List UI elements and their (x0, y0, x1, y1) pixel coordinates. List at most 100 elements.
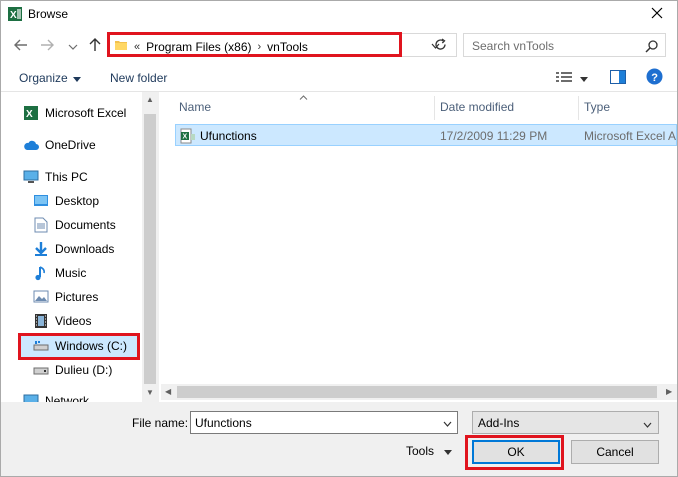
title-bar: X Browse (1, 1, 677, 28)
dialog-footer: File name: Add-Ins Tools OK Cancel (1, 402, 677, 476)
close-icon (651, 7, 663, 22)
sidebar-item-label: OneDrive (45, 138, 96, 152)
ok-highlight-box (465, 435, 564, 470)
svg-text:X: X (10, 10, 17, 21)
column-divider[interactable] (434, 96, 435, 120)
sidebar-item-documents[interactable]: Documents (33, 214, 116, 236)
sidebar-item-label: Pictures (55, 290, 99, 304)
sidebar-item-label: Network (45, 394, 90, 402)
sidebar-item-dulieu-d[interactable]: Dulieu (D:) (33, 359, 112, 381)
sort-ascending-icon (299, 92, 308, 102)
column-header-type[interactable]: Type (584, 100, 610, 114)
refresh-button[interactable] (430, 37, 450, 55)
sidebar-item-onedrive[interactable]: OneDrive (23, 134, 96, 156)
scroll-left-icon[interactable]: ◀ (165, 387, 171, 396)
file-name: Ufunctions (200, 129, 257, 143)
up-arrow-icon (89, 37, 101, 55)
back-arrow-icon (14, 39, 28, 54)
chevron-down-icon (443, 416, 452, 430)
preview-pane-button[interactable] (608, 69, 628, 87)
documents-icon (33, 217, 49, 233)
forward-button[interactable] (37, 36, 57, 56)
command-bar: Organize New folder ? (1, 64, 677, 92)
search-icon (645, 39, 659, 53)
download-icon (33, 241, 49, 257)
change-view-button[interactable] (553, 69, 591, 87)
preview-pane-icon (610, 69, 626, 87)
file-row[interactable]: X Ufunctions 17/2/2009 11:29 PM Microsof… (175, 124, 677, 146)
file-type-filter-value: Add-Ins (478, 416, 520, 430)
sidebar-item-label: Music (55, 266, 87, 280)
tools-button[interactable]: Tools (406, 444, 453, 458)
chevron-down-icon (68, 39, 78, 53)
address-highlight-box (107, 32, 402, 57)
sidebar-item-videos[interactable]: Videos (33, 310, 91, 332)
drive-icon (33, 338, 49, 354)
file-date: 17/2/2009 11:29 PM (440, 129, 548, 143)
sidebar-item-network[interactable]: Network (23, 390, 89, 402)
file-type-filter[interactable]: Add-Ins (472, 411, 659, 434)
address-row: « Program Files (x86) › vnTools Search v… (1, 28, 677, 64)
cancel-button[interactable]: Cancel (571, 440, 659, 464)
file-list-pane: Name Date modified Type X Ufunctions 17/… (159, 92, 677, 402)
sidebar-item-pictures[interactable]: Pictures (33, 286, 98, 308)
sidebar-item-desktop[interactable]: Desktop (33, 190, 99, 212)
file-name-label: File name: (132, 416, 189, 430)
sidebar-item-downloads[interactable]: Downloads (33, 238, 114, 260)
sidebar-item-windows-c[interactable]: Windows (C:) (33, 335, 127, 357)
caret-down-icon (580, 71, 588, 85)
file-name-field[interactable] (190, 411, 458, 434)
up-button[interactable] (85, 36, 105, 56)
excel-addin-icon: X (180, 128, 196, 147)
navigation-pane: X Microsoft Excel OneDrive This PC Deskt… (1, 92, 158, 402)
scrollbar-thumb[interactable] (144, 114, 156, 384)
navigation-scrollbar[interactable]: ▲ ▼ (142, 92, 158, 402)
search-input[interactable]: Search vnTools (472, 39, 554, 53)
scroll-up-icon[interactable]: ▲ (146, 96, 154, 104)
window-title: Browse (28, 7, 69, 21)
scroll-down-icon[interactable]: ▼ (146, 389, 154, 397)
browse-dialog: X Browse « Program Files (x86) › vnTools… (0, 0, 678, 477)
recent-locations-button[interactable] (63, 36, 83, 56)
sidebar-item-this-pc[interactable]: This PC (23, 166, 88, 188)
music-icon (33, 265, 49, 281)
sidebar-item-label: Desktop (55, 194, 100, 208)
file-name-dropdown[interactable] (443, 416, 452, 430)
help-button[interactable]: ? (644, 68, 664, 87)
sidebar-item-microsoft-excel[interactable]: X Microsoft Excel (23, 102, 126, 124)
organize-label: Organize (19, 71, 68, 85)
sidebar-item-label: Microsoft Excel (45, 106, 127, 120)
horizontal-scrollbar[interactable]: ◀ ▶ (161, 384, 677, 400)
details-view-icon (556, 71, 572, 86)
caret-down-icon (72, 71, 81, 85)
sidebar-item-music[interactable]: Music (33, 262, 86, 284)
forward-arrow-icon (40, 39, 54, 54)
sidebar-item-label: Videos (55, 314, 92, 328)
column-header-name[interactable]: Name (179, 100, 211, 114)
organize-button[interactable]: Organize (19, 71, 81, 85)
cancel-label: Cancel (596, 445, 634, 459)
sidebar-item-label: Windows (C:) (55, 339, 128, 353)
scroll-right-icon[interactable]: ▶ (666, 387, 672, 396)
back-button[interactable] (11, 36, 31, 56)
search-box[interactable]: Search vnTools (463, 33, 666, 57)
sidebar-item-label: This PC (45, 170, 88, 184)
sidebar-item-label: Dulieu (D:) (55, 363, 113, 377)
videos-icon (33, 313, 49, 329)
svg-text:X: X (26, 109, 33, 120)
scrollbar-thumb[interactable] (177, 386, 657, 398)
computer-icon (23, 169, 39, 185)
excel-icon: X (23, 105, 39, 121)
close-button[interactable] (637, 1, 677, 28)
drive-icon (33, 362, 49, 378)
network-icon (23, 393, 39, 402)
new-folder-label: New folder (110, 71, 168, 85)
caret-down-icon (444, 444, 453, 458)
column-header-date-modified[interactable]: Date modified (440, 100, 514, 114)
chevron-down-icon (643, 417, 652, 431)
refresh-icon (434, 38, 447, 54)
file-type: Microsoft Excel A (584, 129, 677, 143)
new-folder-button[interactable]: New folder (110, 71, 167, 85)
column-divider[interactable] (578, 96, 579, 120)
tools-label: Tools (406, 444, 435, 458)
